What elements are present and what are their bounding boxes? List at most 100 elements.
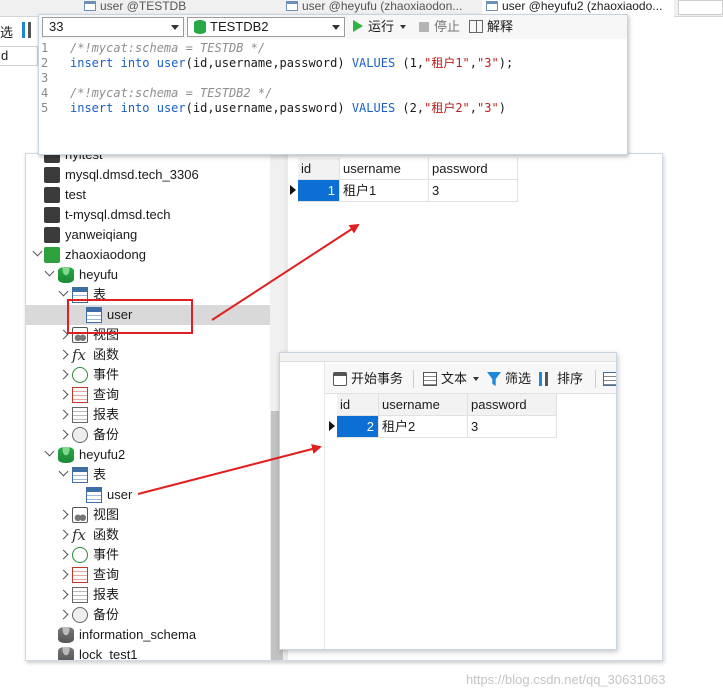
code-token: "租户1": [424, 56, 470, 70]
sort-icon: [539, 372, 553, 386]
code-token: (id,username,password): [185, 56, 345, 70]
tree-node[interactable]: test: [26, 185, 270, 205]
tree-node[interactable]: zhaoxiaodong: [26, 245, 270, 265]
tree-node[interactable]: 报表: [26, 405, 270, 425]
tree-node-label: heyufu: [79, 267, 119, 282]
chevron-right-icon[interactable]: [58, 389, 69, 400]
explain-icon: [469, 20, 483, 33]
tree-node[interactable]: lock_test1: [26, 645, 270, 661]
event-icon: [72, 547, 88, 563]
code-token: (id,username,password): [185, 101, 345, 115]
tree-node[interactable]: 事件: [26, 545, 270, 565]
window-title-strip: [280, 353, 616, 362]
code-token: 2: [409, 101, 417, 115]
tab-search-box[interactable]: [678, 0, 723, 15]
code-line[interactable]: 5 insert into user(id,username,password) …: [39, 101, 627, 116]
chevron-right-icon[interactable]: [58, 529, 69, 540]
code-line[interactable]: 4 /*!mycat:schema = TESTDB2 */: [39, 86, 627, 101]
chevron-right-icon[interactable]: [58, 589, 69, 600]
text-button[interactable]: 文本: [423, 370, 480, 388]
code-token: ,: [469, 56, 478, 70]
database-select[interactable]: TESTDB2: [187, 17, 345, 37]
tree-node-label: user: [107, 487, 133, 502]
tree-node[interactable]: fx 函数: [26, 525, 270, 545]
begin-transaction-button[interactable]: 开始事务: [333, 370, 403, 388]
chevron-down-icon[interactable]: [44, 266, 55, 277]
code-line[interactable]: 3: [39, 71, 627, 86]
tree-node[interactable]: fx 函数: [26, 345, 270, 365]
tree-node-label: lock_test1: [79, 647, 138, 661]
tree-node[interactable]: 表: [26, 465, 270, 485]
table-cell-id[interactable]: 1: [298, 180, 340, 202]
tree-node[interactable]: user: [26, 485, 270, 505]
tree-node[interactable]: 报表: [26, 585, 270, 605]
tree-node-label: yanweiqiang: [65, 227, 138, 242]
tree-node[interactable]: mysql.dmsd.tech_3306: [26, 165, 270, 185]
tree-node[interactable]: heyufu: [26, 265, 270, 285]
report-icon: [72, 407, 88, 423]
table-cell-username[interactable]: 租户1: [340, 180, 429, 202]
more-button[interactable]: [603, 370, 616, 388]
table-cell-password[interactable]: 3: [429, 180, 518, 202]
views-icon: [72, 507, 88, 523]
tree-node[interactable]: 视图: [26, 505, 270, 525]
code-token: insert: [70, 56, 114, 70]
chevron-right-icon[interactable]: [58, 609, 69, 620]
tree-node[interactable]: information_schema: [26, 625, 270, 645]
stop-button[interactable]: 停止: [419, 18, 460, 36]
tree-node[interactable]: 查询: [26, 385, 270, 405]
tree-node[interactable]: 备份: [26, 425, 270, 445]
tree-node-label: test: [65, 187, 86, 202]
chevron-right-icon[interactable]: [58, 509, 69, 520]
column-header-id[interactable]: id: [298, 158, 340, 180]
connection-icon: [44, 187, 60, 203]
tree-node-label: 函数: [93, 527, 120, 542]
run-button[interactable]: 运行: [353, 18, 407, 36]
column-header-username[interactable]: username: [340, 158, 429, 180]
sort-button[interactable]: 排序: [539, 370, 583, 388]
column-header-id[interactable]: id: [337, 394, 379, 416]
column-header-password[interactable]: password: [468, 394, 557, 416]
table-cell-id[interactable]: 2: [337, 416, 379, 438]
table-cell-password[interactable]: 3: [468, 416, 557, 438]
tree-node[interactable]: t-mysql.dmsd.tech: [26, 205, 270, 225]
table-cell-username[interactable]: 租户2: [379, 416, 468, 438]
database-icon: [58, 447, 74, 463]
line-number: 1: [41, 41, 49, 55]
tree-node-label: 报表: [93, 587, 120, 602]
code-token: "3": [477, 56, 499, 70]
tree-node[interactable]: 事件: [26, 365, 270, 385]
chevron-right-icon[interactable]: [58, 369, 69, 380]
toolbar-separator: [595, 370, 596, 388]
explain-button[interactable]: 解释: [469, 18, 513, 36]
tree-node-label: 事件: [93, 547, 120, 562]
chevron-down-icon[interactable]: [58, 286, 69, 297]
line-number: 5: [41, 101, 49, 115]
table-icon: [86, 487, 102, 503]
connection-select[interactable]: 33: [42, 17, 184, 37]
chevron-down-icon[interactable]: [32, 246, 43, 257]
chevron-right-icon[interactable]: [58, 549, 69, 560]
chevron-right-icon[interactable]: [58, 409, 69, 420]
code-token: VALUES: [351, 101, 396, 115]
code-line[interactable]: 2 insert into user(id,username,password) …: [39, 56, 627, 71]
sql-code-area[interactable]: 1 /*!mycat:schema = TESTDB */2 insert into…: [39, 41, 627, 116]
chevron-down-icon[interactable]: [58, 466, 69, 477]
chevron-right-icon[interactable]: [58, 349, 69, 360]
chevron-down-icon[interactable]: [44, 446, 55, 457]
filter-button[interactable]: 筛选: [487, 370, 531, 388]
connection-icon: [44, 167, 60, 183]
tree-node[interactable]: heyufu2: [26, 445, 270, 465]
tree-node[interactable]: yanweiqiang: [26, 225, 270, 245]
column-header-password[interactable]: password: [429, 158, 518, 180]
database-gray-icon: [58, 647, 74, 660]
code-line[interactable]: 1 /*!mycat:schema = TESTDB */: [39, 41, 627, 56]
code-token: /*!mycat:schema = TESTDB */: [70, 41, 266, 55]
chevron-right-icon[interactable]: [58, 429, 69, 440]
tree-node[interactable]: 查询: [26, 565, 270, 585]
result-window-heyufu2: 开始事务 文本 筛选 排序 id username password 2 租户2…: [279, 352, 617, 650]
column-header-username[interactable]: username: [379, 394, 468, 416]
tree-node[interactable]: 备份: [26, 605, 270, 625]
code-token: /*!mycat:schema = TESTDB2 */: [70, 86, 273, 100]
chevron-right-icon[interactable]: [58, 569, 69, 580]
